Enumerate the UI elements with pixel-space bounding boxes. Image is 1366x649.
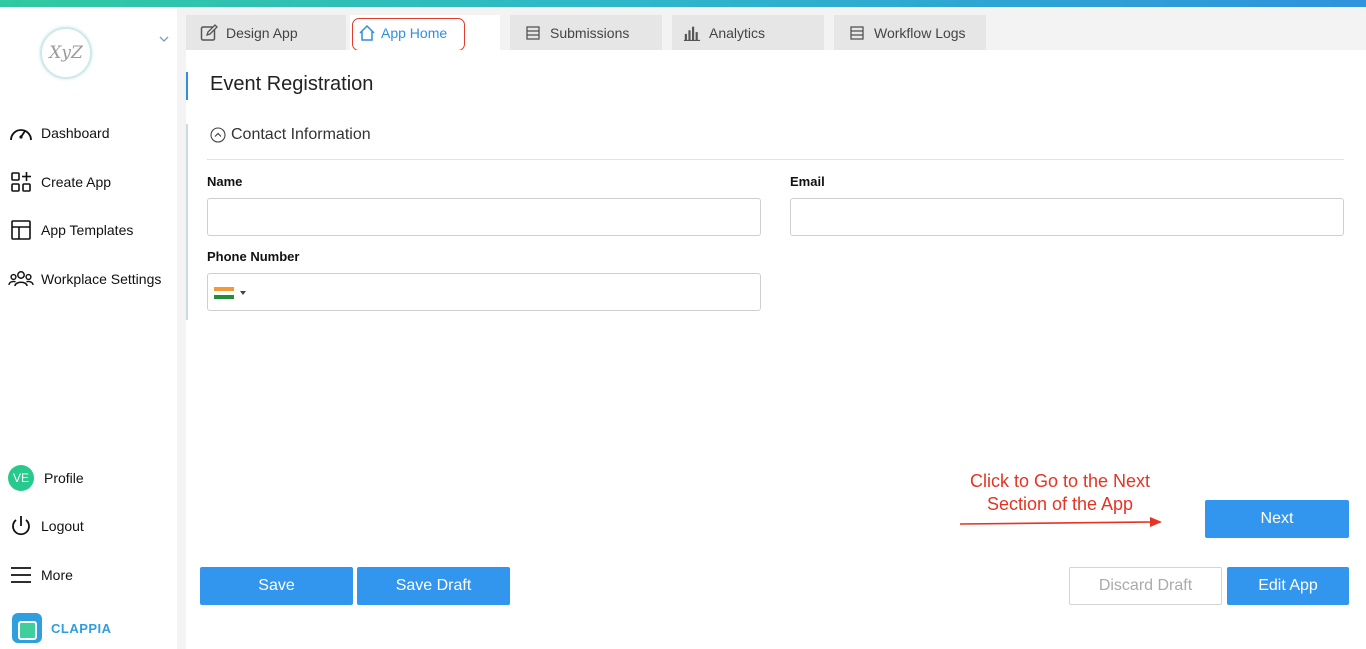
discard-draft-button[interactable]: Discard Draft bbox=[1069, 567, 1222, 605]
email-input[interactable] bbox=[790, 198, 1344, 236]
sidebar-item-more[interactable]: More bbox=[8, 561, 73, 589]
section-accent bbox=[186, 124, 188, 320]
bar-chart-icon bbox=[683, 24, 701, 42]
annotation-line-1: Click to Go to the Next bbox=[969, 471, 1151, 491]
annotation-line-2: Section of the App bbox=[986, 494, 1134, 514]
save-draft-button[interactable]: Save Draft bbox=[357, 567, 510, 605]
email-label: Email bbox=[790, 174, 825, 189]
save-button[interactable]: Save bbox=[200, 567, 353, 605]
gauge-icon bbox=[8, 120, 34, 146]
sidebar-item-label: Profile bbox=[44, 470, 84, 486]
next-button[interactable]: Next bbox=[1205, 500, 1349, 538]
sidebar-item-label: App Templates bbox=[41, 222, 134, 238]
phone-label: Phone Number bbox=[207, 249, 300, 264]
edit-app-button[interactable]: Edit App bbox=[1227, 567, 1349, 605]
highlight-ring bbox=[352, 18, 465, 51]
tab-app-home[interactable]: App Home bbox=[350, 15, 500, 51]
chevron-down-icon[interactable] bbox=[158, 33, 170, 45]
tab-label: Analytics bbox=[709, 24, 766, 41]
sidebar-item-label: Dashboard bbox=[41, 125, 110, 141]
sidebar-item-profile[interactable]: VE Profile bbox=[8, 464, 84, 492]
list-icon bbox=[848, 24, 866, 42]
power-icon bbox=[8, 513, 34, 539]
sidebar-item-logout[interactable]: Logout bbox=[8, 512, 84, 540]
caret-down-icon bbox=[240, 291, 246, 295]
brand-name: CLAPPIA bbox=[51, 620, 112, 636]
chevron-up-circle-icon bbox=[210, 127, 226, 143]
workspace-logo-text: XyZ bbox=[49, 43, 83, 63]
sidebar-item-label: Create App bbox=[41, 174, 112, 190]
avatar: VE bbox=[8, 465, 34, 491]
add-grid-icon bbox=[8, 169, 34, 195]
sidebar-item-label: More bbox=[41, 567, 73, 583]
list-icon bbox=[524, 24, 542, 42]
sidebar-item-app-templates[interactable]: App Templates bbox=[8, 216, 133, 244]
tab-workflow-logs[interactable]: Workflow Logs bbox=[834, 15, 986, 50]
sidebar-item-create-app[interactable]: Create App bbox=[8, 168, 111, 196]
sidebar-item-label: Workplace Settings bbox=[41, 271, 162, 287]
sidebar-item-workplace-settings[interactable]: Workplace Settings bbox=[8, 265, 161, 293]
page-title: Event Registration bbox=[210, 73, 374, 95]
title-accent bbox=[186, 72, 188, 100]
tab-label: Workflow Logs bbox=[874, 24, 966, 41]
workspace-logo[interactable]: XyZ bbox=[40, 27, 92, 79]
edit-icon bbox=[200, 23, 218, 42]
app-form-panel: Event Registration Contact Information N… bbox=[186, 50, 1366, 649]
country-code-selector[interactable] bbox=[214, 286, 248, 300]
india-flag-icon bbox=[214, 286, 234, 300]
tab-analytics[interactable]: Analytics bbox=[672, 15, 824, 50]
section-header-contact[interactable]: Contact Information bbox=[210, 126, 371, 144]
template-icon bbox=[8, 217, 34, 243]
phone-input[interactable] bbox=[207, 273, 761, 311]
sidebar-item-dashboard[interactable]: Dashboard bbox=[8, 119, 110, 147]
tab-label: Submissions bbox=[550, 24, 630, 41]
name-input[interactable] bbox=[207, 198, 761, 236]
tab-label: Design App bbox=[226, 24, 298, 41]
divider bbox=[207, 159, 1344, 160]
team-icon bbox=[8, 266, 34, 292]
section-title: Contact Information bbox=[231, 126, 371, 143]
tutorial-annotation: Click to Go to the Next Section of the A… bbox=[948, 470, 1172, 516]
sidebar-item-label: Logout bbox=[41, 518, 84, 534]
annotation-arrow-icon bbox=[960, 517, 1162, 527]
clappia-logo-icon bbox=[12, 613, 42, 643]
tab-design-app[interactable]: Design App bbox=[186, 15, 346, 50]
sidebar: XyZ Dashboard Create App App Templates W… bbox=[0, 7, 177, 649]
top-gradient-bar bbox=[0, 0, 1366, 7]
menu-icon bbox=[8, 562, 34, 588]
tab-submissions[interactable]: Submissions bbox=[510, 15, 662, 50]
brand-logo: CLAPPIA bbox=[12, 613, 112, 643]
name-label: Name bbox=[207, 174, 243, 189]
